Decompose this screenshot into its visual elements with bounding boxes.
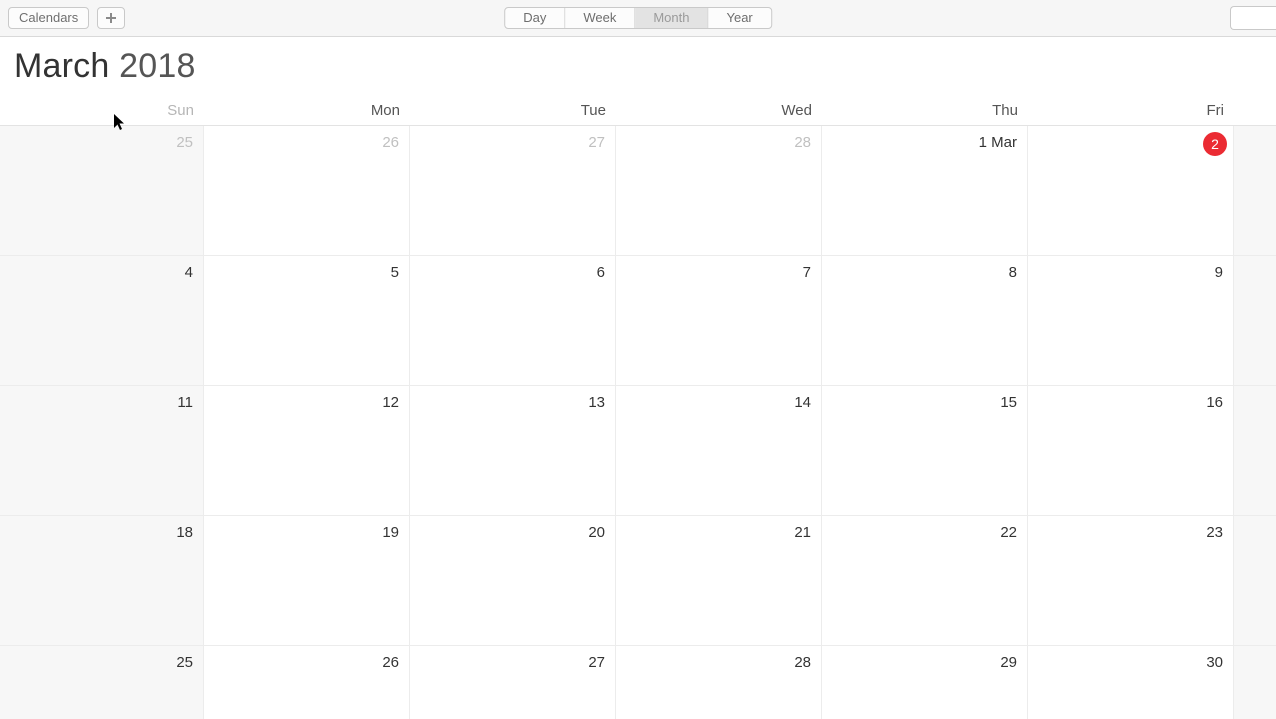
day-number: 5 <box>391 264 399 281</box>
day-cell[interactable]: 25 <box>0 126 204 256</box>
day-number: 30 <box>1206 654 1223 671</box>
day-cell[interactable]: 26 <box>204 126 410 256</box>
day-number: 6 <box>597 264 605 281</box>
day-number: 8 <box>1009 264 1017 281</box>
day-cell[interactable]: 12 <box>204 386 410 516</box>
day-number: 28 <box>794 134 811 151</box>
day-number: 21 <box>794 524 811 541</box>
day-number: 26 <box>382 134 399 151</box>
day-cell[interactable]: 21 <box>616 516 822 646</box>
day-number: 25 <box>176 134 193 151</box>
day-cell[interactable]: 27 <box>410 646 616 719</box>
day-cell[interactable]: 22 <box>822 516 1028 646</box>
day-number: 27 <box>588 654 605 671</box>
day-number: 20 <box>588 524 605 541</box>
day-cell-sliver[interactable] <box>1234 646 1276 719</box>
day-cell[interactable]: 6 <box>410 256 616 386</box>
day-cell[interactable]: 20 <box>410 516 616 646</box>
day-number: 18 <box>176 524 193 541</box>
today-badge: 2 <box>1203 132 1227 156</box>
calendar-grid: 25 26 27 28 1 Mar 2 4 5 6 7 8 9 11 12 13 14 15 16 18 19 20 21… <box>0 126 1276 719</box>
view-switcher: Day Week Month Year <box>504 7 772 29</box>
day-number: 14 <box>794 394 811 411</box>
day-cell[interactable]: 11 <box>0 386 204 516</box>
month-header: March 2018 <box>0 37 1276 98</box>
day-cell[interactable]: 1 Mar <box>822 126 1028 256</box>
weekday-mon: Mon <box>204 98 410 125</box>
title-month: March <box>14 47 109 85</box>
day-cell-sliver[interactable] <box>1234 516 1276 646</box>
add-event-button[interactable] <box>97 7 125 29</box>
day-number: 7 <box>803 264 811 281</box>
day-number: 13 <box>588 394 605 411</box>
day-cell[interactable]: 2 <box>1028 126 1234 256</box>
day-cell[interactable]: 9 <box>1028 256 1234 386</box>
day-cell[interactable]: 15 <box>822 386 1028 516</box>
day-cell[interactable]: 28 <box>616 126 822 256</box>
weekday-fri: Fri <box>1028 98 1234 125</box>
day-cell[interactable]: 7 <box>616 256 822 386</box>
day-cell[interactable]: 29 <box>822 646 1028 719</box>
day-cell[interactable]: 19 <box>204 516 410 646</box>
day-cell[interactable]: 27 <box>410 126 616 256</box>
day-cell-sliver[interactable] <box>1234 126 1276 256</box>
view-month[interactable]: Month <box>635 8 708 28</box>
weekday-sun: Sun <box>0 98 204 125</box>
day-cell[interactable]: 26 <box>204 646 410 719</box>
day-cell[interactable]: 16 <box>1028 386 1234 516</box>
day-number: 19 <box>382 524 399 541</box>
toolbar-left: Calendars <box>8 7 125 29</box>
calendars-button[interactable]: Calendars <box>8 7 89 29</box>
day-cell[interactable]: 4 <box>0 256 204 386</box>
weekday-thu: Thu <box>822 98 1028 125</box>
day-number: 1 Mar <box>979 134 1017 151</box>
day-cell-sliver[interactable] <box>1234 386 1276 516</box>
day-cell[interactable]: 18 <box>0 516 204 646</box>
day-cell[interactable]: 25 <box>0 646 204 719</box>
weekday-wed: Wed <box>616 98 822 125</box>
day-number: 15 <box>1000 394 1017 411</box>
day-cell[interactable]: 28 <box>616 646 822 719</box>
plus-icon <box>105 12 117 24</box>
day-number: 23 <box>1206 524 1223 541</box>
day-number: 11 <box>177 394 193 411</box>
title-year: 2018 <box>119 47 195 85</box>
view-day[interactable]: Day <box>505 8 565 28</box>
day-number: 27 <box>588 134 605 151</box>
search-input[interactable] <box>1230 6 1276 30</box>
day-number: 9 <box>1215 264 1223 281</box>
day-number: 12 <box>382 394 399 411</box>
day-number: 26 <box>382 654 399 671</box>
day-number: 29 <box>1000 654 1017 671</box>
day-cell[interactable]: 13 <box>410 386 616 516</box>
toolbar-right <box>1230 6 1276 30</box>
day-number: 4 <box>185 264 193 281</box>
day-cell[interactable]: 8 <box>822 256 1028 386</box>
day-cell[interactable]: 14 <box>616 386 822 516</box>
weekday-tue: Tue <box>410 98 616 125</box>
page-title: March 2018 <box>14 47 1262 86</box>
weekday-row: Sun Mon Tue Wed Thu Fri <box>0 98 1276 126</box>
view-week[interactable]: Week <box>565 8 635 28</box>
day-number: 25 <box>176 654 193 671</box>
day-number: 28 <box>794 654 811 671</box>
day-cell[interactable]: 5 <box>204 256 410 386</box>
day-number: 16 <box>1206 394 1223 411</box>
day-cell[interactable]: 23 <box>1028 516 1234 646</box>
day-cell-sliver[interactable] <box>1234 256 1276 386</box>
view-year[interactable]: Year <box>708 8 770 28</box>
toolbar: Calendars Day Week Month Year <box>0 0 1276 37</box>
weekday-sat-sliver <box>1234 98 1276 125</box>
day-cell[interactable]: 30 <box>1028 646 1234 719</box>
day-number: 22 <box>1000 524 1017 541</box>
